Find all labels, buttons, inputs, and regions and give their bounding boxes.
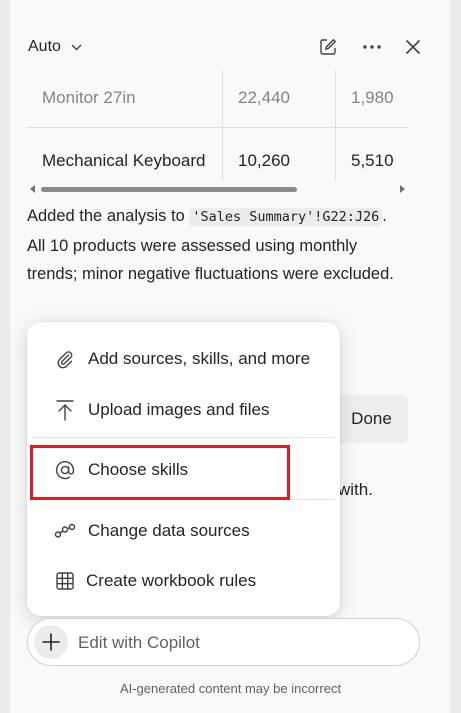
- range-reference: 'Sales Summary'!G22:J26: [189, 208, 383, 226]
- menu-item-upload[interactable]: Upload images and files: [27, 388, 340, 432]
- assistant-message: Added the analysis to 'Sales Summary'!G2…: [27, 202, 402, 289]
- table-cell: Mechanical Keyboard: [42, 151, 206, 170]
- menu-item-add-sources[interactable]: Add sources, skills, and more: [27, 337, 340, 381]
- input-placeholder: Edit with Copilot: [78, 633, 200, 652]
- partial-message-text: with.: [338, 480, 373, 499]
- table-cell: 22,440: [238, 88, 290, 107]
- copilot-input[interactable]: Edit with Copilot: [27, 618, 420, 666]
- plus-icon: [42, 633, 60, 651]
- add-button[interactable]: [34, 625, 68, 659]
- table-cell: 5,510: [351, 151, 394, 170]
- done-button[interactable]: Done: [335, 395, 408, 443]
- message-text: Added the analysis to: [27, 207, 190, 225]
- scroll-right-icon[interactable]: [400, 185, 405, 193]
- scrollbar-thumb[interactable]: [41, 187, 297, 192]
- horizontal-scrollbar[interactable]: [27, 183, 408, 195]
- mode-label: Auto: [28, 38, 61, 55]
- chevron-down-icon: [71, 44, 82, 51]
- menu-item-workbook-rules[interactable]: Create workbook rules: [27, 559, 340, 603]
- table-cell: 10,260: [238, 151, 290, 170]
- highlight-box: [30, 445, 290, 500]
- ai-disclaimer: AI-generated content may be incorrect: [119, 681, 342, 696]
- table-cell: Monitor 27in: [42, 88, 136, 107]
- mode-selector[interactable]: Auto: [28, 38, 82, 56]
- menu-item-label: Upload images and files: [88, 400, 270, 419]
- menu-item-label: Add sources, skills, and more: [88, 349, 311, 368]
- menu-item-change-data-sources[interactable]: Change data sources: [27, 509, 340, 553]
- new-chat-icon[interactable]: [317, 36, 339, 58]
- data-sources-icon: [53, 519, 77, 543]
- table-row: Monitor 27in 22,440 1,980: [27, 70, 408, 126]
- upload-icon: [53, 398, 77, 422]
- table-cell: 1,980: [351, 88, 394, 107]
- more-icon[interactable]: [361, 36, 383, 58]
- close-icon[interactable]: [402, 36, 424, 58]
- grid-icon: [53, 569, 77, 593]
- row-divider: [27, 127, 408, 128]
- paperclip-icon: [53, 347, 77, 371]
- table-row: Mechanical Keyboard 10,260 5,510: [27, 133, 408, 189]
- menu-item-label: Create workbook rules: [86, 571, 257, 590]
- menu-divider: [31, 437, 335, 438]
- menu-item-label: Change data sources: [88, 521, 250, 540]
- scroll-left-icon[interactable]: [30, 185, 35, 193]
